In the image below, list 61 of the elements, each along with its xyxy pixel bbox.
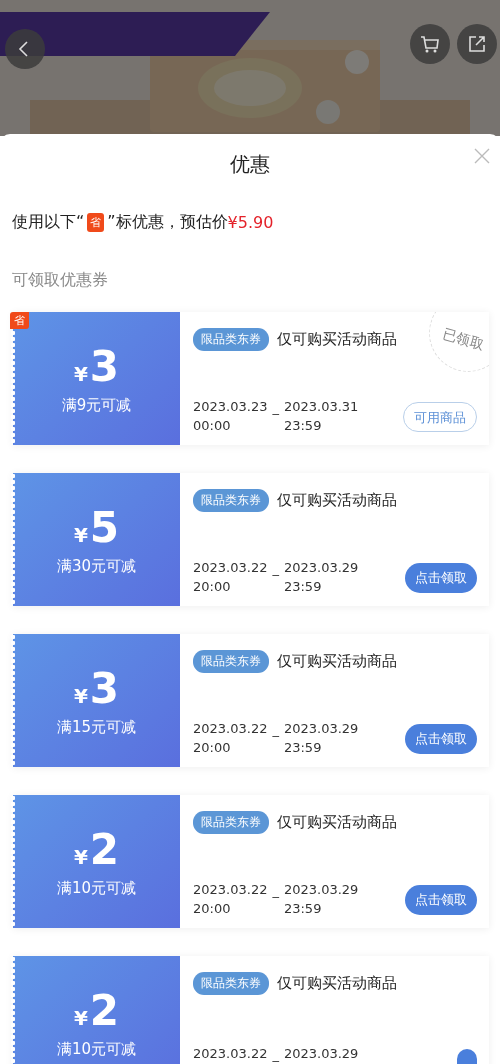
coupon-description: 仅可购买活动商品	[277, 813, 397, 832]
coupon-amount: 2	[89, 825, 120, 875]
end-time: 23:59	[283, 739, 323, 757]
currency-symbol: ¥	[73, 845, 88, 869]
start-time: 20:00	[193, 739, 232, 757]
end-date: 2023.03.29	[283, 559, 359, 577]
section-label: 可领取优惠券	[11, 269, 109, 291]
coupon-amount: 3	[89, 342, 120, 392]
start-time: 00:00	[193, 417, 232, 435]
claim-button[interactable]: 点击领取	[405, 563, 477, 593]
start-time: 20:00	[193, 578, 232, 596]
coupon-description: 仅可购买活动商品	[277, 974, 397, 993]
save-badge: 省	[10, 312, 29, 329]
coupon-amount: 2	[89, 986, 120, 1036]
end-date: 2023.03.29	[283, 720, 359, 738]
start-time: 20:00	[193, 900, 232, 918]
coupon-amount: 3	[89, 664, 120, 714]
coupon-amount: 5	[89, 503, 120, 553]
coupon-tag: 限品类东券	[193, 972, 269, 995]
currency-symbol: ¥	[73, 362, 88, 386]
save-badge: 省	[87, 212, 105, 232]
coupon-tag: 限品类东券	[193, 811, 269, 834]
date-separator: _	[271, 882, 280, 900]
close-icon	[474, 148, 490, 164]
summary-text: 使用以下“	[12, 211, 85, 233]
date-separator: _	[271, 721, 280, 739]
start-date: 2023.03.22	[193, 881, 268, 899]
coupon-condition: 满15元可减	[56, 718, 137, 737]
start-date: 2023.03.22	[193, 1045, 268, 1063]
end-time: 23:59	[283, 578, 323, 596]
coupon-description: 仅可购买活动商品	[277, 330, 397, 349]
coupon-description: 仅可购买活动商品	[277, 491, 397, 510]
end-time: 23:59	[283, 417, 323, 435]
date-separator: _	[271, 399, 280, 417]
available-products-button[interactable]: 可用商品	[403, 402, 477, 432]
claim-button[interactable]: 点击领取	[405, 885, 477, 915]
coupon-description: 仅可购买活动商品	[277, 652, 397, 671]
start-date: 2023.03.22	[193, 720, 268, 738]
date-separator: _	[271, 560, 280, 578]
coupon-condition: 满30元可减	[56, 557, 137, 576]
start-date: 2023.03.22	[193, 559, 268, 577]
coupon-tag: 限品类东券	[193, 650, 269, 673]
end-date: 2023.03.29	[283, 1045, 359, 1063]
coupon-condition: 满10元可减	[56, 1040, 137, 1059]
summary-text: ”标优惠，预估价	[107, 211, 228, 233]
end-time: 23:59	[283, 900, 323, 918]
coupon-tag: 限品类东券	[193, 328, 269, 351]
claim-button[interactable]: 点击领取	[405, 724, 477, 754]
currency-symbol: ¥	[73, 684, 88, 708]
date-separator: _	[271, 1046, 280, 1064]
coupon-tag: 限品类东券	[193, 489, 269, 512]
start-date: 2023.03.23	[193, 398, 268, 416]
end-date: 2023.03.29	[283, 881, 359, 899]
coupon-condition: 满9元可减	[61, 396, 132, 415]
coupon-condition: 满10元可减	[56, 879, 137, 898]
stamp-text: 已领取	[440, 325, 486, 355]
sheet-title: 优惠	[230, 150, 270, 178]
estimated-price: ¥5.90	[227, 212, 274, 232]
currency-symbol: ¥	[73, 523, 88, 547]
end-date: 2023.03.31	[283, 398, 359, 416]
currency-symbol: ¥	[73, 1006, 88, 1030]
